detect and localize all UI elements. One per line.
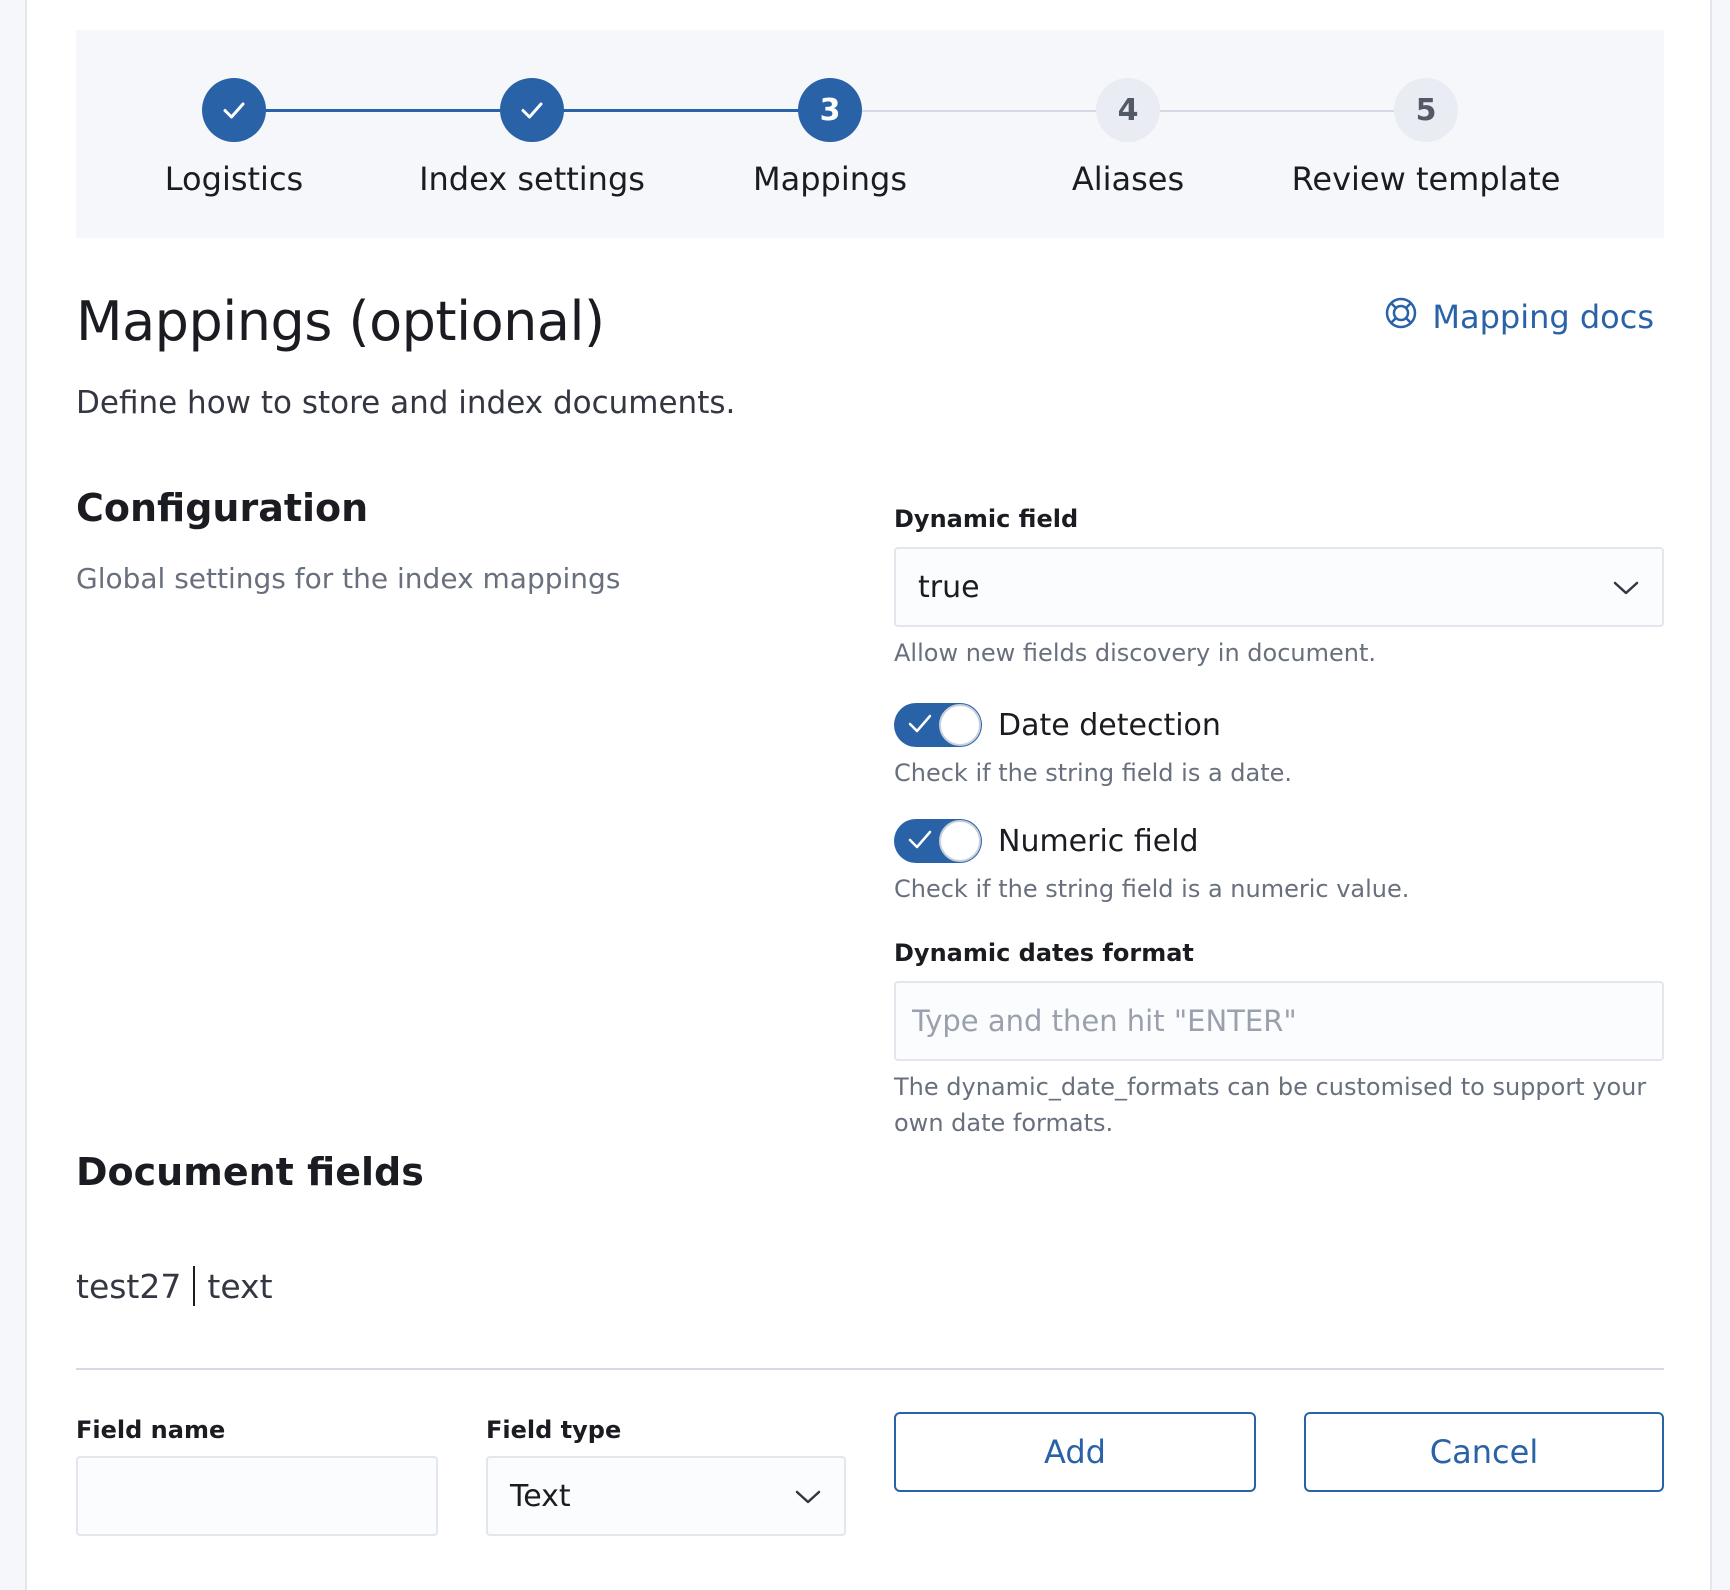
step-aliases[interactable]: 4 Aliases	[958, 78, 1298, 198]
step-mappings[interactable]: 3 Mappings	[660, 78, 1000, 198]
check-icon	[908, 713, 932, 739]
page-left-border	[0, 0, 27, 1590]
mappings-step-content: Logistics Index settings 3 Mappings 4 Al…	[76, 0, 1664, 1590]
step-title: Aliases	[1071, 160, 1185, 198]
mapping-docs-label: Mapping docs	[1432, 298, 1654, 336]
step-review-template[interactable]: 5 Review template	[1256, 78, 1596, 198]
date-detection-row: Date detection	[894, 703, 1664, 747]
numeric-field-switch[interactable]	[894, 819, 982, 863]
date-detection-help: Check if the string field is a date.	[894, 759, 1293, 787]
configuration-form: Dynamic field true Allow new fields disc…	[894, 505, 1664, 1141]
cancel-button[interactable]: Cancel	[1304, 1412, 1664, 1492]
field-type-select[interactable]: Text	[486, 1456, 846, 1536]
step-complete-icon	[500, 78, 564, 142]
mapping-docs-link[interactable]: Mapping docs	[1384, 296, 1654, 338]
document-field-item: test27 text	[76, 1266, 273, 1306]
dynamic-field-value: true	[918, 569, 980, 605]
page-description: Define how to store and index documents.	[76, 385, 736, 421]
step-number: 5	[1394, 78, 1458, 142]
check-icon	[908, 829, 932, 855]
step-title: Index settings	[419, 160, 645, 198]
dynamic-dates-format-label: Dynamic dates format	[894, 939, 1194, 967]
field-type: text	[207, 1266, 273, 1306]
dynamic-field-help: Allow new fields discovery in document.	[894, 639, 1377, 667]
step-title: Review template	[1291, 160, 1561, 198]
date-detection-label: Date detection	[998, 707, 1221, 743]
switch-knob	[939, 704, 981, 746]
step-complete-icon	[202, 78, 266, 142]
field-name-input[interactable]	[76, 1456, 438, 1536]
dynamic-dates-format-help: The dynamic_date_formats can be customis…	[894, 1073, 1647, 1137]
chevron-down-icon	[794, 1479, 822, 1514]
field-separator	[193, 1266, 196, 1306]
step-title: Logistics	[164, 160, 304, 198]
numeric-field-row: Numeric field	[894, 819, 1664, 863]
page-title: Mappings (optional)	[76, 290, 605, 353]
switch-knob	[939, 820, 981, 862]
field-name-label: Field name	[76, 1416, 226, 1444]
section-divider	[76, 1368, 1664, 1370]
configuration-title: Configuration	[76, 486, 369, 530]
configuration-description: Global settings for the index mappings	[76, 562, 621, 595]
step-logistics[interactable]: Logistics	[64, 78, 404, 198]
numeric-field-label: Numeric field	[998, 823, 1199, 859]
step-number: 4	[1096, 78, 1160, 142]
field-type-label: Field type	[486, 1416, 622, 1444]
page-right-border	[1710, 0, 1730, 1590]
numeric-field-help: Check if the string field is a numeric v…	[894, 875, 1410, 903]
step-title: Mappings	[753, 160, 907, 198]
steps-navigation: Logistics Index settings 3 Mappings 4 Al…	[76, 30, 1664, 238]
dynamic-field-label: Dynamic field	[894, 505, 1079, 533]
step-number: 3	[798, 78, 862, 142]
document-fields-title: Document fields	[76, 1150, 424, 1194]
date-detection-switch[interactable]	[894, 703, 982, 747]
dynamic-field-select[interactable]: true	[894, 547, 1664, 627]
lifebuoy-icon	[1384, 296, 1418, 338]
chevron-down-icon	[1612, 570, 1640, 605]
add-button[interactable]: Add	[894, 1412, 1256, 1492]
dynamic-dates-format-input[interactable]	[894, 981, 1664, 1061]
field-name: test27	[76, 1266, 182, 1306]
field-type-value: Text	[510, 1478, 571, 1514]
step-index-settings[interactable]: Index settings	[362, 78, 702, 198]
